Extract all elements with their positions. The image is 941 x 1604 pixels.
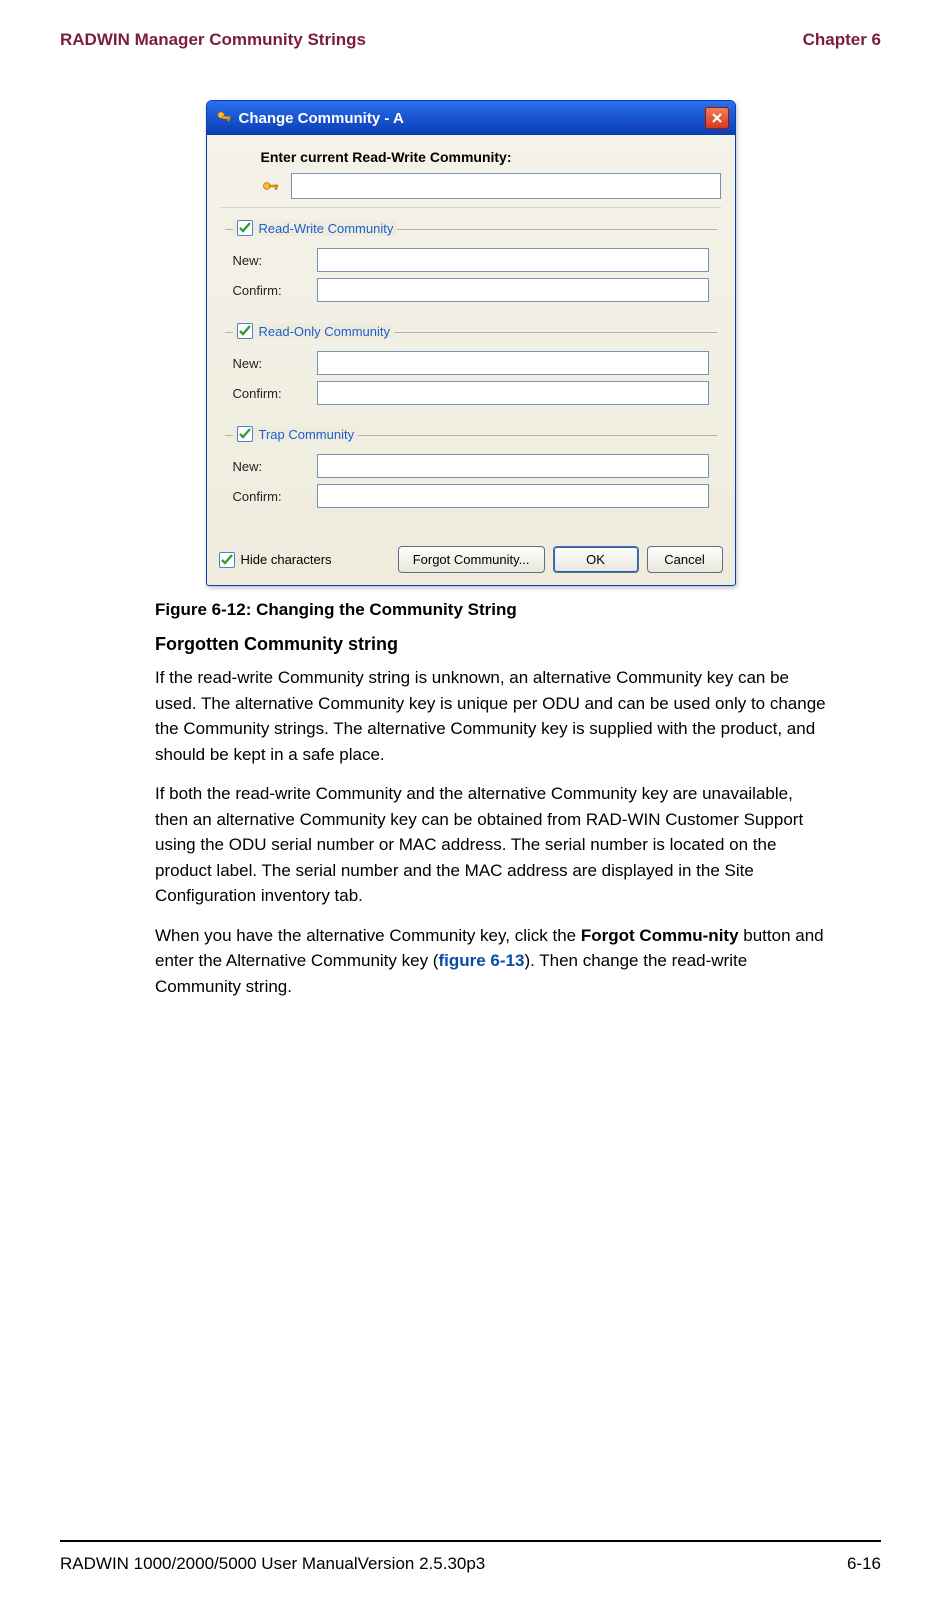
- hide-characters-label: Hide characters: [241, 552, 332, 567]
- trap-new-input[interactable]: [317, 454, 709, 478]
- rw-new-label: New:: [233, 253, 317, 268]
- rw-new-input[interactable]: [317, 248, 709, 272]
- rw-enable-checkbox[interactable]: [237, 220, 253, 236]
- current-community-input[interactable]: [291, 173, 721, 199]
- ro-confirm-input[interactable]: [317, 381, 709, 405]
- dialog-titlebar: Change Community - A: [207, 101, 735, 135]
- change-community-dialog: Change Community - A Enter current Read-…: [206, 100, 736, 586]
- figure-caption: Figure 6-12: Changing the Community Stri…: [155, 600, 881, 620]
- close-button[interactable]: [705, 107, 729, 129]
- dialog-footer: Hide characters Forgot Community... OK C…: [207, 536, 735, 585]
- trap-legend: Trap Community: [259, 427, 355, 442]
- section-heading: Forgotten Community string: [155, 634, 881, 655]
- read-write-group: Read-Write Community New: Confirm:: [225, 229, 717, 312]
- hide-characters-checkbox[interactable]: [219, 552, 235, 568]
- rw-legend: Read-Write Community: [259, 221, 394, 236]
- rw-confirm-input[interactable]: [317, 278, 709, 302]
- read-only-group: Read-Only Community New: Confirm:: [225, 332, 717, 415]
- rw-confirm-label: Confirm:: [233, 283, 317, 298]
- page-footer: RADWIN 1000/2000/5000 User ManualVersion…: [60, 1554, 881, 1574]
- trap-confirm-label: Confirm:: [233, 489, 317, 504]
- footer-right: 6-16: [847, 1554, 881, 1574]
- ro-new-input[interactable]: [317, 351, 709, 375]
- figure-link[interactable]: figure 6-13: [438, 951, 524, 970]
- header-left: RADWIN Manager Community Strings: [60, 30, 366, 50]
- header-right: Chapter 6: [803, 30, 881, 50]
- ro-legend: Read-Only Community: [259, 324, 391, 339]
- dialog-title: Change Community - A: [239, 110, 705, 127]
- page-header: RADWIN Manager Community Strings Chapter…: [60, 30, 881, 50]
- trap-group: Trap Community New: Confirm:: [225, 435, 717, 518]
- key-icon: [215, 109, 233, 127]
- ro-confirm-label: Confirm:: [233, 386, 317, 401]
- trap-confirm-input[interactable]: [317, 484, 709, 508]
- ro-enable-checkbox[interactable]: [237, 323, 253, 339]
- prompt-label: Enter current Read-Write Community:: [261, 149, 721, 165]
- footer-rule: [60, 1540, 881, 1542]
- body-paragraph: When you have the alternative Community …: [155, 923, 826, 1000]
- forgot-community-button[interactable]: Forgot Community...: [398, 546, 545, 573]
- trap-enable-checkbox[interactable]: [237, 426, 253, 442]
- trap-new-label: New:: [233, 459, 317, 474]
- cancel-button[interactable]: Cancel: [647, 546, 723, 573]
- ro-new-label: New:: [233, 356, 317, 371]
- ok-button[interactable]: OK: [553, 546, 639, 573]
- footer-left: RADWIN 1000/2000/5000 User ManualVersion…: [60, 1554, 485, 1574]
- key-icon: [261, 176, 281, 196]
- body-paragraph: If the read-write Community string is un…: [155, 665, 826, 767]
- body-paragraph: If both the read-write Community and the…: [155, 781, 826, 909]
- body-text: When you have the alternative Community …: [155, 926, 581, 945]
- forgot-community-ref: Forgot Commu-nity: [581, 926, 739, 945]
